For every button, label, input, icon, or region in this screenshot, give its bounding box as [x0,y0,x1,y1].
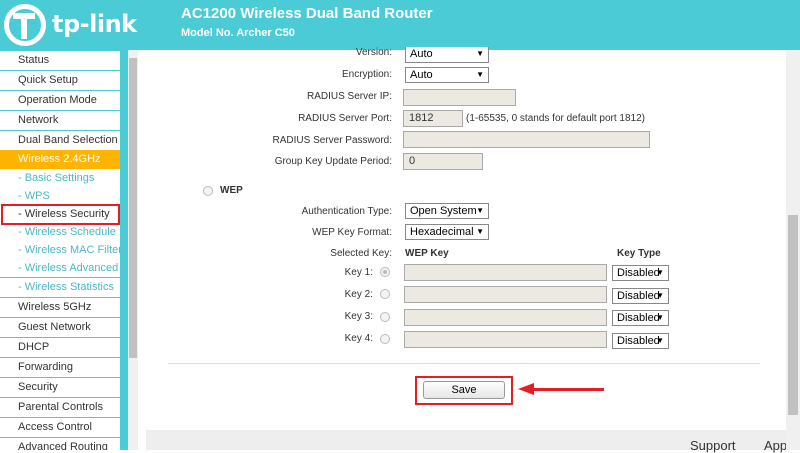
key-3-label: Key 3: [344,311,373,322]
logo-text: tp-link [52,10,137,38]
sidebar-sub-wireless-advanced[interactable]: - Wireless Advanced [0,259,120,277]
selected-key-label: Selected Key: [330,248,392,259]
auth-type-select[interactable]: Open System ▼ [405,203,489,219]
key-2-input[interactable] [404,286,607,303]
key-type-header: Key Type [617,248,661,259]
key-2-label: Key 2: [344,289,373,300]
sidebar: Status Quick Setup Operation Mode Networ… [0,50,128,450]
sidebar-sub-basic-settings[interactable]: - Basic Settings [0,169,120,187]
wep-key-format-select[interactable]: Hexadecimal ▼ [405,224,489,240]
chevron-down-icon: ▼ [476,49,484,58]
sidebar-sub-wps[interactable]: - WPS [0,187,120,205]
key-1-input[interactable] [404,264,607,281]
wep-key-format-label: WEP Key Format: [312,227,392,238]
key-1-label: Key 1: [344,267,373,278]
radius-port-note: (1-65535, 0 stands for default port 1812… [466,113,646,124]
sidebar-item-wireless-5ghz[interactable]: Wireless 5GHz [0,298,120,318]
key-4-label: Key 4: [344,333,373,344]
form-divider [168,363,760,364]
sidebar-item-advanced-routing[interactable]: Advanced Routing [0,438,120,450]
key-4-type-value: Disabled [617,335,660,347]
wep-radio[interactable] [203,186,213,196]
sidebar-item-security[interactable]: Security [0,378,120,398]
sidebar-sub-wireless-schedule[interactable]: - Wireless Schedule [0,223,120,241]
sidebar-item-operation-mode[interactable]: Operation Mode [0,91,120,111]
sidebar-item-forwarding[interactable]: Forwarding [0,358,120,378]
radius-ip-label: RADIUS Server IP: [306,91,392,102]
wep-key-header: WEP Key [405,248,449,259]
key-3-type-value: Disabled [617,312,660,324]
wep-key-format-value: Hexadecimal [410,226,474,238]
key-3-radio[interactable] [380,312,390,322]
sidebar-item-dhcp[interactable]: DHCP [0,338,120,358]
app-link[interactable]: App [764,438,787,453]
chevron-down-icon: ▼ [656,313,664,322]
annotation-arrow-line [532,388,604,391]
encryption-label: Encryption: [341,69,392,80]
sidebar-sub-wireless-mac-filtering[interactable]: - Wireless MAC Filtering [0,241,120,259]
key-1-type-value: Disabled [617,267,660,279]
sidebar-item-status[interactable]: Status [0,51,120,71]
key-4-input[interactable] [404,331,607,348]
footer: Support App [146,430,800,453]
auth-type-value: Open System [410,205,477,217]
sidebar-item-quick-setup[interactable]: Quick Setup [0,71,120,91]
page-title: AC1200 Wireless Dual Band Router [181,5,433,22]
radius-password-input[interactable] [403,131,650,148]
sidebar-item-dual-band-selection[interactable]: Dual Band Selection [0,131,120,151]
sidebar-item-wireless-2-4ghz[interactable]: Wireless 2.4GHz [0,150,120,170]
sidebar-scrollbar-thumb[interactable] [129,58,137,358]
sidebar-sub-wireless-statistics[interactable]: - Wireless Statistics [0,278,120,298]
highlight-wireless-security [1,204,120,225]
sidebar-item-guest-network[interactable]: Guest Network [0,318,120,338]
version-label: Version: [355,47,392,58]
tp-link-logo-icon [4,4,46,46]
sidebar-scrollbar[interactable] [128,50,138,450]
wep-label: WEP [220,185,243,196]
key-2-type-select[interactable]: Disabled ▼ [612,288,669,304]
key-2-radio[interactable] [380,289,390,299]
chevron-down-icon: ▼ [656,268,664,277]
radius-port-label: RADIUS Server Port: [298,113,392,124]
radius-password-label: RADIUS Server Password: [272,135,392,146]
sidebar-item-network[interactable]: Network [0,111,120,131]
key-2-type-value: Disabled [617,290,660,302]
encryption-select[interactable]: Auto ▼ [405,67,489,83]
sidebar-item-access-control[interactable]: Access Control [0,418,120,438]
group-key-label: Group Key Update Period: [274,156,392,167]
chevron-down-icon: ▼ [476,70,484,79]
key-4-radio[interactable] [380,334,390,344]
version-value: Auto [410,48,433,60]
chevron-down-icon: ▼ [476,206,484,215]
radius-port-input[interactable]: 1812 [403,110,463,127]
save-button[interactable]: Save [423,381,505,399]
main-scrollbar[interactable] [786,50,800,450]
support-link[interactable]: Support [690,438,736,453]
chevron-down-icon: ▼ [476,227,484,236]
encryption-value: Auto [410,69,433,81]
main-scrollbar-thumb[interactable] [788,215,798,415]
version-select[interactable]: Auto ▼ [405,47,489,63]
radius-ip-input[interactable] [403,89,516,106]
key-4-type-select[interactable]: Disabled ▼ [612,333,669,349]
key-1-type-select[interactable]: Disabled ▼ [612,265,669,281]
auth-type-label: Authentication Type: [301,206,392,217]
group-key-input[interactable]: 0 [403,153,483,170]
chevron-down-icon: ▼ [656,336,664,345]
key-1-radio[interactable] [380,267,390,277]
key-3-input[interactable] [404,309,607,326]
chevron-down-icon: ▼ [656,291,664,300]
model-number: Model No. Archer C50 [181,27,295,39]
header-bar: tp-link AC1200 Wireless Dual Band Router… [0,0,800,50]
key-3-type-select[interactable]: Disabled ▼ [612,310,669,326]
sidebar-item-parental-controls[interactable]: Parental Controls [0,398,120,418]
